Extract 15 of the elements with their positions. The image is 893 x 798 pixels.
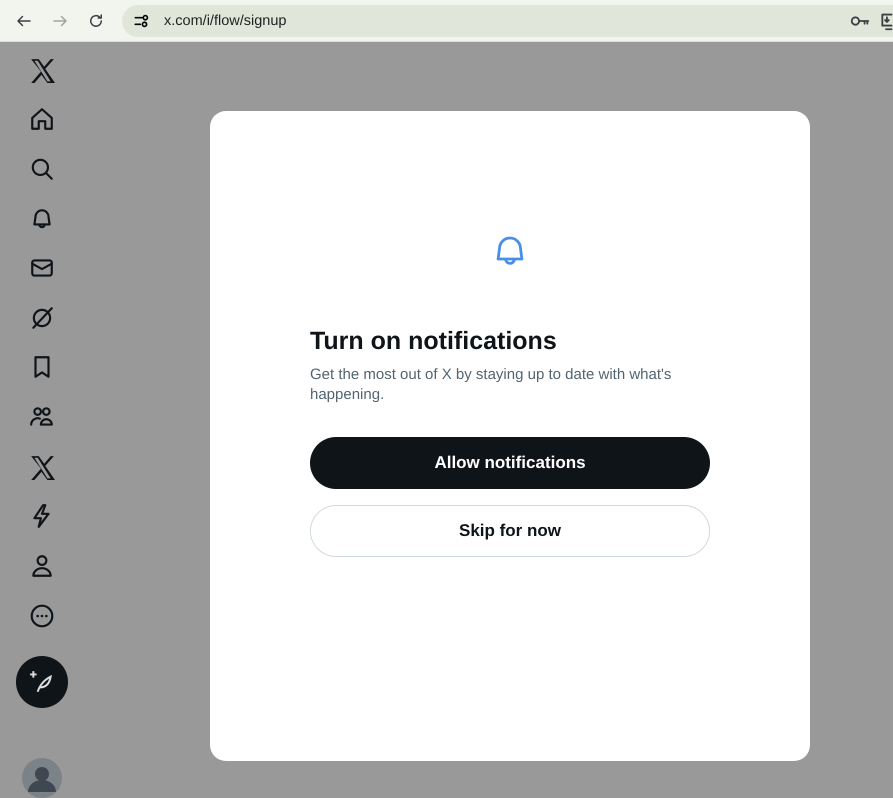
search-icon[interactable] (29, 156, 55, 182)
dialog-description: Get the most out of X by staying up to date with what's happening. (310, 365, 672, 405)
reload-icon (87, 12, 105, 30)
address-bar[interactable]: x.com/i/flow/signup (122, 4, 893, 36)
url-text: x.com/i/flow/signup (164, 12, 286, 28)
avatar[interactable] (22, 758, 62, 798)
allow-button[interactable]: Allow notifications (310, 437, 710, 489)
compose-button[interactable] (16, 656, 68, 708)
home-icon[interactable] (29, 106, 55, 132)
slashed-circle-icon[interactable] (29, 304, 55, 331)
dialog-title: Turn on notifications (310, 326, 558, 357)
x-logo-icon[interactable] (29, 56, 55, 83)
x-logo-icon[interactable] (29, 454, 55, 480)
more-icon[interactable] (29, 602, 55, 628)
skip-button[interactable]: Skip for now (310, 505, 710, 557)
